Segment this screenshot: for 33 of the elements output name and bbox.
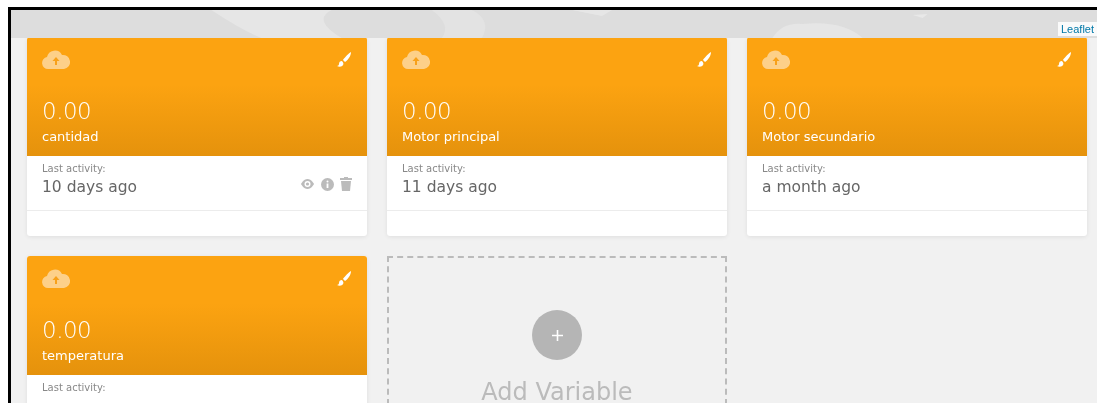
variable-name: Motor secundario xyxy=(762,129,877,144)
paintbrush-icon[interactable] xyxy=(336,51,352,67)
eye-icon[interactable] xyxy=(300,178,315,190)
variable-value: 0.00 xyxy=(402,98,453,124)
trash-icon[interactable] xyxy=(340,177,352,191)
cloud-upload-icon xyxy=(42,268,70,288)
last-activity-time: 10 days ago xyxy=(42,178,137,196)
variable-card[interactable]: 0.00 temperatura Last activity: xyxy=(27,256,367,403)
variable-value: 0.00 xyxy=(762,98,813,124)
last-activity-label: Last activity: xyxy=(402,163,467,175)
last-activity-label: Last activity: xyxy=(42,163,107,175)
last-activity-time: a month ago xyxy=(762,178,861,196)
variable-name: Motor principal xyxy=(402,129,501,144)
paintbrush-icon[interactable] xyxy=(336,270,352,286)
variable-value: 0.00 xyxy=(42,317,93,343)
variable-card[interactable]: 0.00 cantidad Last activity: 10 days ago xyxy=(27,37,367,236)
attribution-link[interactable]: Leaflet xyxy=(1057,22,1097,36)
variable-name: temperatura xyxy=(42,348,125,363)
cloud-upload-icon xyxy=(762,49,790,69)
cloud-upload-icon xyxy=(42,49,70,69)
variable-value: 0.00 xyxy=(42,98,93,124)
last-activity-label: Last activity: xyxy=(42,382,106,394)
plus-icon xyxy=(551,329,563,341)
info-icon[interactable] xyxy=(321,177,334,191)
variable-card[interactable]: 0.00 Motor principal Last activity: 11 days ago xyxy=(387,37,727,236)
variable-card[interactable]: 0.00 Motor secundario Last activity: a month ago xyxy=(747,37,1087,236)
add-button[interactable] xyxy=(532,310,582,360)
paintbrush-icon[interactable] xyxy=(696,51,712,67)
paintbrush-icon[interactable] xyxy=(1056,51,1072,67)
cloud-upload-icon xyxy=(402,49,430,69)
last-activity-time: 11 days ago xyxy=(402,178,497,196)
variable-name: cantidad xyxy=(42,129,100,144)
last-activity-label: Last activity: xyxy=(762,163,827,175)
